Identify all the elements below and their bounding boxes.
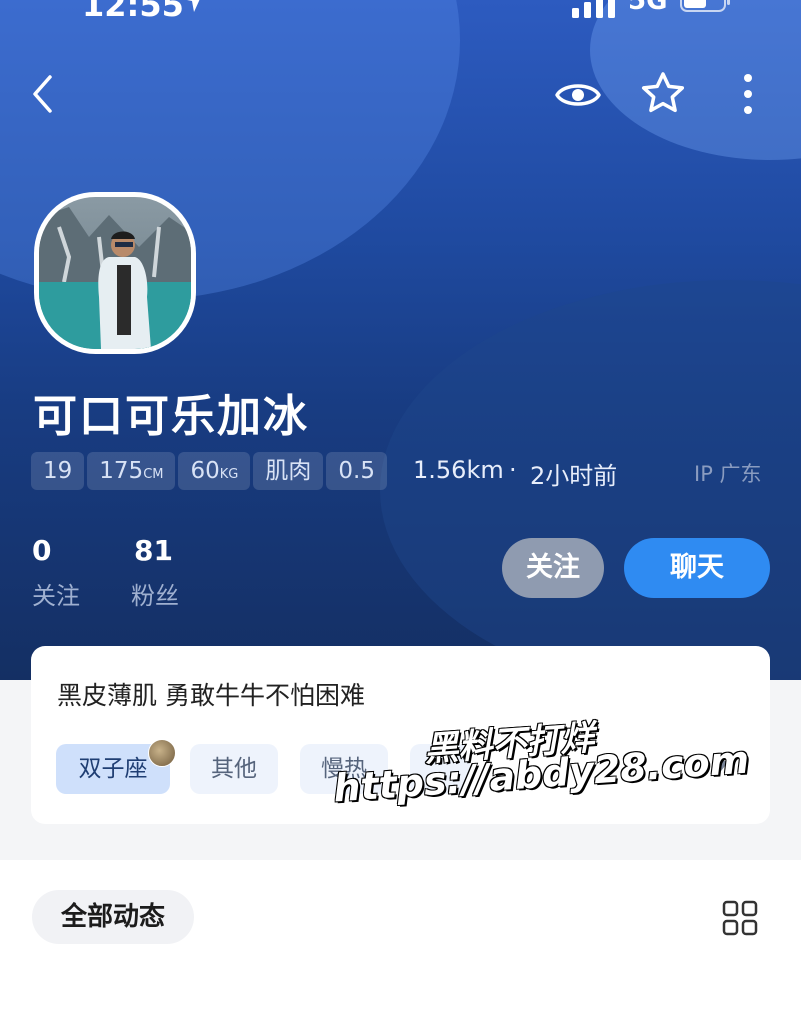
profile-stats: 19 175CM 60KG 肌肉 0.5 — [31, 452, 390, 490]
avatar-photo — [39, 197, 191, 349]
more-vertical-icon[interactable] — [740, 72, 756, 116]
stat-role: 0.5 — [326, 452, 387, 490]
chat-button[interactable]: 聊天 — [624, 538, 770, 598]
status-time: 12:55 — [82, 0, 184, 24]
network-type: 5G — [628, 0, 668, 16]
followers-count[interactable]: 81 — [134, 534, 173, 567]
eye-icon[interactable] — [554, 78, 602, 112]
back-arrow-icon[interactable] — [30, 74, 54, 114]
location-arrow-icon — [187, 0, 200, 12]
following-count[interactable]: 0 — [32, 534, 51, 567]
grid-view-icon[interactable] — [722, 900, 758, 936]
signal-icon — [572, 0, 615, 18]
ip-location: IP 广东 — [694, 462, 762, 486]
avatar[interactable] — [34, 192, 196, 354]
distance: 1.56km — [413, 456, 504, 484]
separator-dot: · — [509, 456, 517, 484]
following-label[interactable]: 关注 — [32, 576, 80, 611]
stat-height: 175CM — [87, 452, 176, 490]
stat-body-type: 肌肉 — [253, 452, 324, 490]
star-icon[interactable] — [640, 71, 686, 115]
followers-label[interactable]: 粉丝 — [131, 576, 179, 611]
stat-age: 19 — [31, 452, 85, 490]
all-posts-filter[interactable]: 全部动态 — [32, 890, 194, 944]
tag-other[interactable]: 其他 — [190, 744, 278, 794]
stat-weight: 60KG — [178, 452, 251, 490]
last-active: 2小时前 — [530, 462, 618, 490]
nickname: 可口可乐加冰 — [33, 391, 309, 442]
bio-text: 黑皮薄肌 勇敢牛牛不怕困难 — [57, 681, 365, 710]
status-bar: 12:55 5G — [0, 0, 801, 26]
profile-header: 12:55 5G 可口可乐加冰 19 175CM 60KG 肌肉 0.5 1.5… — [0, 0, 801, 680]
feed-section: 全部动态 — [0, 860, 801, 1020]
follow-button[interactable]: 关注 — [502, 538, 604, 598]
zodiac-sticker-icon — [148, 739, 176, 767]
battery-icon — [680, 0, 730, 12]
